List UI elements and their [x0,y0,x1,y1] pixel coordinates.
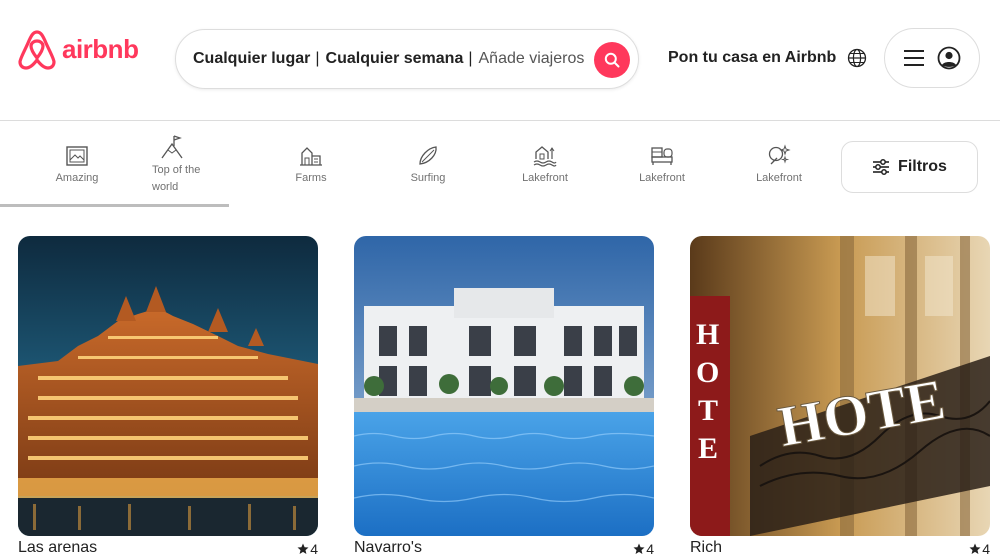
listing-rating: 4 [297,541,318,557]
framed-picture-icon [66,146,88,166]
listing-rating: 4 [633,541,654,557]
search-where[interactable]: Cualquier lugar [193,50,310,68]
listing-rating-value: 4 [646,541,654,557]
category-lakefront[interactable]: Lakefront [729,144,829,187]
listing-meta: Las arenas 4 [18,539,318,559]
search-separator: | [315,50,320,67]
listing-card[interactable]: H O T E HOTE Rich 4 [690,236,990,557]
hamburger-menu-icon [904,50,924,66]
user-menu-button[interactable] [884,28,980,88]
barn-icon [300,147,322,166]
category-farms[interactable]: Farms [261,144,361,187]
top-header: airbnb Cualquier lugar | Cualquier seman… [0,0,1000,121]
star-icon [969,543,981,554]
star-icon [297,543,309,554]
airbnb-logo-icon [18,30,56,70]
category-amazing[interactable]: Amazing [27,144,127,187]
sliders-icon [873,159,890,175]
listing-image[interactable] [354,236,654,536]
search-bar[interactable]: Cualquier lugar | Cualquier semana | Aña… [175,29,639,89]
filters-button[interactable]: Filtros [841,141,978,193]
category-label: Lakefront [756,172,802,184]
star-icon [633,543,645,554]
category-label-line2: world [152,181,179,193]
listing-card[interactable]: Navarro's 4 [354,236,654,557]
search-icon [604,52,620,68]
listing-card[interactable]: Las arenas 4 [18,236,318,557]
category-surfing[interactable]: Surfing [378,144,478,187]
listing-image[interactable] [18,236,318,536]
search-guests[interactable]: Añade viajeros [479,50,585,68]
search-separator: | [468,50,473,67]
listing-rating: 4 [969,541,990,557]
host-link[interactable]: Pon tu casa en Airbnb [668,49,836,67]
listing-rating-value: 4 [982,541,990,557]
listing-title[interactable]: Las arenas [18,539,97,557]
bed-icon [651,147,673,165]
listing-meta: Navarro's 4 [354,539,654,559]
category-bar: Amazing Top of the world Farms Surfing L… [0,122,1000,210]
svg-text:O: O [696,356,719,389]
svg-text:T: T [698,394,718,427]
airbnb-logo[interactable]: airbnb [18,28,139,70]
search-button[interactable] [594,42,630,78]
hotel-dusk-photo [18,236,318,536]
language-button[interactable] [847,48,867,73]
globe-icon [847,48,867,68]
category-label: Farms [295,172,327,184]
category-label: Surfing [410,172,446,184]
lake-house-icon [533,146,557,167]
brand-name: airbnb [62,33,139,64]
selected-category-indicator [0,204,229,207]
category-label: Lakefront [522,172,568,184]
user-avatar-icon [937,46,961,70]
listing-title[interactable]: Navarro's [354,539,422,557]
mountain-flag-icon [161,135,183,159]
category-label: Amazing [55,172,99,184]
category-lakefront[interactable]: Lakefront [612,144,712,187]
pool-hotel-photo [354,236,654,536]
search-when[interactable]: Cualquier semana [326,50,464,68]
listing-title[interactable]: Rich [690,539,722,557]
listing-meta: Rich 4 [690,539,990,559]
category-lakefront[interactable]: Lakefront [495,144,595,187]
filters-label: Filtros [898,158,947,175]
hotel-sign-photo: H O T E HOTE [690,236,990,536]
category-label: Lakefront [639,172,685,184]
surfboard-icon [419,146,437,165]
listing-image[interactable]: H O T E HOTE [690,236,990,536]
category-top-of-the-world[interactable]: Top of the world [128,134,206,196]
category-label-line1: Top of the [152,164,201,176]
listing-rating-value: 4 [310,541,318,557]
svg-text:E: E [698,432,718,465]
magic-sparkle-icon [768,144,791,165]
svg-text:H: H [696,318,719,351]
